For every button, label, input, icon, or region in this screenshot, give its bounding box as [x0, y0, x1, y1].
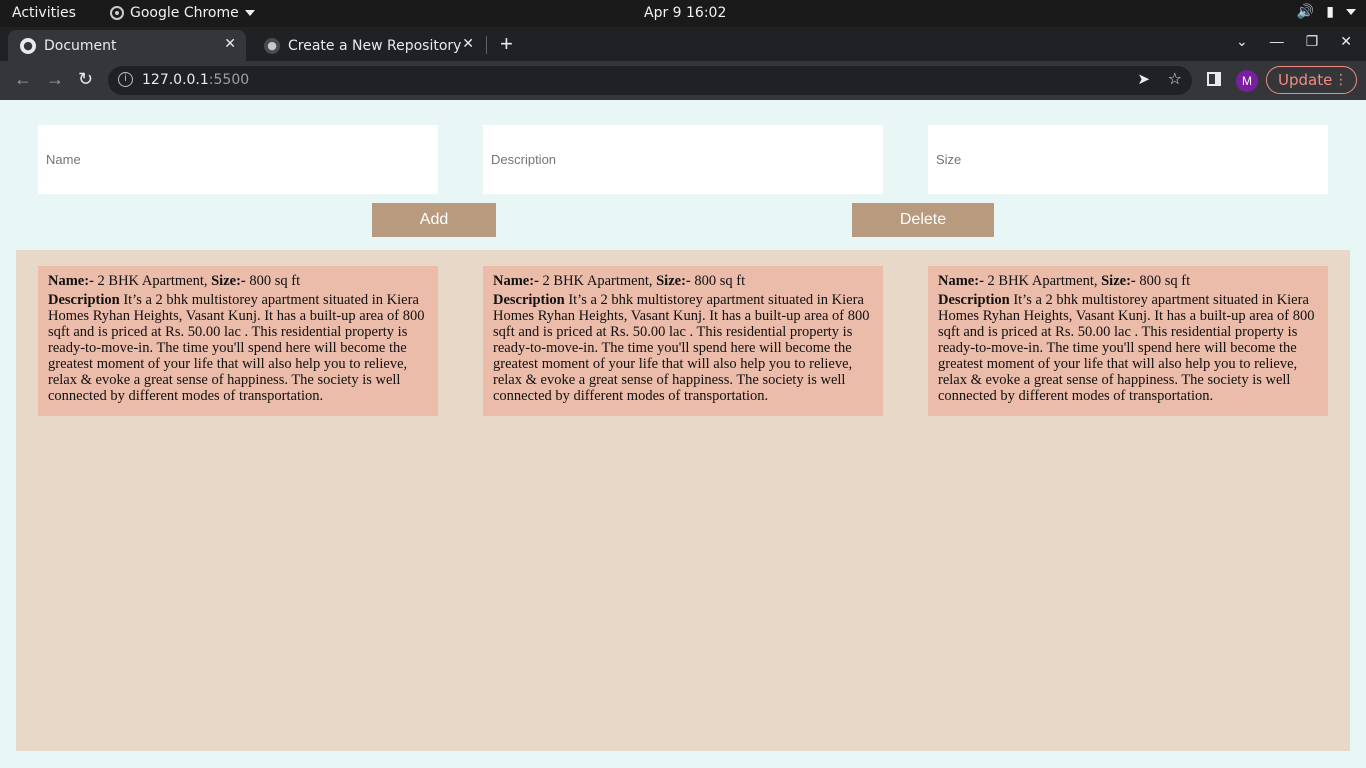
reload-icon[interactable]: ↻ — [78, 69, 93, 90]
close-icon[interactable]: ✕ — [224, 36, 236, 52]
system-top-bar: Activities Google Chrome Apr 9 16:02 🔊 ▮ — [0, 0, 1366, 27]
description-input[interactable] — [483, 125, 883, 194]
tab-search-icon[interactable]: ⌄ — [1236, 33, 1248, 50]
site-info-icon[interactable]: i — [118, 72, 133, 87]
forward-icon[interactable]: → — [46, 69, 64, 90]
app-menu[interactable]: Google Chrome — [110, 5, 255, 21]
url-text: 127.0.0.1:5500 — [142, 72, 250, 88]
tab-title: Document — [44, 37, 117, 54]
tab-divider — [486, 36, 487, 54]
chrome-icon — [110, 6, 124, 20]
kebab-menu-icon[interactable]: ⋮ — [1334, 67, 1348, 93]
window-controls: ⌄ — ❐ ✕ — [1236, 33, 1352, 50]
side-panel-icon[interactable] — [1207, 72, 1221, 86]
volume-icon: 🔊 — [1296, 4, 1315, 20]
chevron-down-icon — [244, 10, 255, 16]
app-menu-label: Google Chrome — [130, 5, 239, 21]
minimize-icon[interactable]: — — [1270, 33, 1284, 50]
battery-icon: ▮ — [1326, 4, 1334, 20]
delete-button[interactable]: Delete — [852, 203, 994, 237]
tab-strip: ● Document ✕ ● Create a New Repository ✕… — [0, 27, 1366, 61]
property-card: Name:- 2 BHK Apartment, Size:- 800 sq ft… — [928, 266, 1328, 416]
update-button[interactable]: Update ⋮ — [1266, 66, 1357, 94]
tab-title: Create a New Repository — [288, 37, 462, 54]
activities-button[interactable]: Activities — [12, 5, 76, 21]
add-button[interactable]: Add — [372, 203, 496, 237]
bookmark-star-icon[interactable]: ☆ — [1168, 69, 1182, 88]
browser-toolbar: ← → ↻ i 127.0.0.1:5500 ➤ ☆ M Update ⋮ — [0, 61, 1366, 100]
chevron-down-icon — [1346, 9, 1356, 15]
close-window-icon[interactable]: ✕ — [1340, 33, 1352, 50]
restore-icon[interactable]: ❐ — [1306, 33, 1319, 50]
property-list: Name:- 2 BHK Apartment, Size:- 800 sq ft… — [16, 250, 1350, 751]
tab-document[interactable]: ● Document ✕ — [8, 30, 246, 61]
property-card: Name:- 2 BHK Apartment, Size:- 800 sq ft… — [38, 266, 438, 416]
send-icon[interactable]: ➤ — [1137, 70, 1150, 88]
close-icon[interactable]: ✕ — [462, 36, 474, 52]
system-tray[interactable]: 🔊 ▮ — [1297, 4, 1356, 20]
back-icon[interactable]: ← — [14, 69, 32, 90]
clock[interactable]: Apr 9 16:02 — [644, 5, 726, 21]
name-input[interactable] — [38, 125, 438, 194]
globe-icon: ● — [20, 37, 36, 54]
size-input[interactable] — [928, 125, 1328, 194]
tab-create-repository[interactable]: ● Create a New Repository ✕ — [252, 30, 484, 61]
property-card: Name:- 2 BHK Apartment, Size:- 800 sq ft… — [483, 266, 883, 416]
page-content: Add Delete Name:- 2 BHK Apartment, Size:… — [0, 100, 1366, 768]
github-icon: ● — [264, 37, 280, 54]
avatar[interactable]: M — [1236, 70, 1258, 92]
address-bar[interactable]: i 127.0.0.1:5500 ➤ ☆ — [108, 66, 1192, 95]
new-tab-button[interactable]: + — [500, 31, 513, 57]
